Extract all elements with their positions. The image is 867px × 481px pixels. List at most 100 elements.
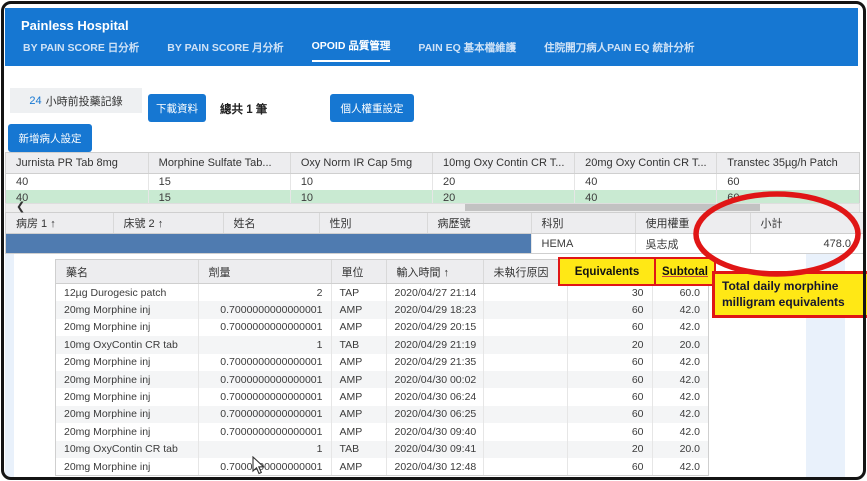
tab-pain-eq-stats[interactable]: 住院開刀病人PAIN EQ 統計分析 <box>544 40 694 62</box>
column-header-dose[interactable]: 劑量 <box>198 260 331 284</box>
cell: 20.0 <box>652 336 708 353</box>
patient-dept-cell: HEMA <box>531 234 635 254</box>
cell <box>483 336 567 353</box>
drug-weights-table: Jurnista PR Tab 8mg Morphine Sulfate Tab… <box>5 152 860 207</box>
cell: AMP <box>331 458 386 475</box>
cell: AMP <box>331 354 386 371</box>
tab-opoid-quality[interactable]: OPOID 品質管理 <box>312 38 391 62</box>
cell: 2020/04/30 00:02 <box>386 371 483 388</box>
medication-row[interactable]: 12µg Durogesic patch2TAP2020/04/27 21:14… <box>56 284 708 302</box>
patient-row[interactable]: HEMA 吳志成 478.0 <box>6 234 863 254</box>
medication-row[interactable]: 20mg Morphine inj0.7000000000000001AMP20… <box>56 406 708 423</box>
column-header[interactable]: Oxy Norm IR Cap 5mg <box>290 153 432 174</box>
column-header[interactable]: Transtec 35µg/h Patch <box>717 153 859 174</box>
cell: AMP <box>331 423 386 440</box>
scroll-left-icon[interactable]: ❮ <box>16 200 25 213</box>
cell: 2020/04/29 18:23 <box>386 301 483 318</box>
column-header-weight-user[interactable]: 使用權重 <box>635 213 750 234</box>
medication-row[interactable]: 10mg OxyContin CR tab1TAB2020/04/30 09:4… <box>56 441 708 458</box>
medication-row[interactable]: 20mg Morphine inj0.7000000000000001AMP20… <box>56 458 708 475</box>
cell <box>483 371 567 388</box>
cell: 60 <box>567 406 652 423</box>
cell: 20 <box>567 441 652 458</box>
column-header-ward[interactable]: 病房 1 ↑ <box>6 213 113 234</box>
cell <box>483 423 567 440</box>
tab-pain-score-daily[interactable]: BY PAIN SCORE 日分析 <box>23 40 139 62</box>
medication-row[interactable]: 20mg Morphine inj0.7000000000000001AMP20… <box>56 371 708 388</box>
cell: 60 <box>567 371 652 388</box>
cell: 40 <box>575 174 717 191</box>
cell: 42.0 <box>652 301 708 318</box>
column-header[interactable]: Jurnista PR Tab 8mg <box>6 153 148 174</box>
hours-filter-field[interactable]: 24 小時前投藥記錄 <box>10 88 142 113</box>
cell: AMP <box>331 319 386 336</box>
drug-weights-header-row: Jurnista PR Tab 8mg Morphine Sulfate Tab… <box>6 153 859 174</box>
cell <box>483 441 567 458</box>
horizontal-scrollbar-thumb[interactable] <box>465 204 760 211</box>
medication-row[interactable]: 20mg Morphine inj0.7000000000000001AMP20… <box>56 319 708 336</box>
cell: 42.0 <box>652 319 708 336</box>
medication-row[interactable]: 20mg Morphine inj0.7000000000000001AMP20… <box>56 423 708 440</box>
cell: 60 <box>567 319 652 336</box>
total-count-label: 總共 1 筆 <box>220 101 267 117</box>
cell: 20mg Morphine inj <box>56 319 198 336</box>
personal-weight-settings-button[interactable]: 個人權重設定 <box>330 94 414 122</box>
app-window: Painless Hospital BY PAIN SCORE 日分析 BY P… <box>0 0 867 481</box>
column-header-bed[interactable]: 床號 2 ↑ <box>113 213 223 234</box>
download-data-button[interactable]: 下載資料 <box>148 94 206 122</box>
column-header-unit[interactable]: 單位 <box>331 260 386 284</box>
cell <box>483 354 567 371</box>
medication-row[interactable]: 20mg Morphine inj0.7000000000000001AMP20… <box>56 388 708 405</box>
column-header-subtotal[interactable]: 小計 <box>750 213 863 234</box>
cell: 20.0 <box>652 441 708 458</box>
cell: 12µg Durogesic patch <box>56 284 198 302</box>
column-header-chart-no[interactable]: 病歷號 <box>427 213 531 234</box>
column-header[interactable]: 20mg Oxy Contin CR T... <box>575 153 717 174</box>
cell: 60 <box>567 354 652 371</box>
cell: 42.0 <box>652 406 708 423</box>
cell: TAP <box>331 284 386 302</box>
tab-pain-eq-master[interactable]: PAIN EQ 基本檔維護 <box>418 40 516 62</box>
hours-value: 24 <box>29 95 41 107</box>
cell: 60 <box>567 301 652 318</box>
add-patient-settings-button[interactable]: 新增病人設定 <box>8 124 92 152</box>
cell: 42.0 <box>652 371 708 388</box>
annotation-line-1: Total daily morphine <box>722 279 867 295</box>
drug-weights-row[interactable]: 401510204060 <box>6 174 859 191</box>
cell: 40 <box>6 174 148 191</box>
medication-row[interactable]: 10mg OxyContin CR tab1TAB2020/04/29 21:1… <box>56 336 708 353</box>
medication-detail-table: 藥名 劑量 單位 輸入時間 ↑ 未執行原因 12µg Durogesic pat… <box>55 259 709 476</box>
cell: 1 <box>198 336 331 353</box>
cell: TAB <box>331 336 386 353</box>
cell: 42.0 <box>652 388 708 405</box>
column-header-sex[interactable]: 性別 <box>319 213 427 234</box>
cell: 0.7000000000000001 <box>198 423 331 440</box>
cell: 20mg Morphine inj <box>56 354 198 371</box>
cell: 1 <box>198 441 331 458</box>
cell: 20mg Morphine inj <box>56 388 198 405</box>
cell: 0.7000000000000001 <box>198 388 331 405</box>
cell: 60 <box>567 458 652 475</box>
column-header-entry-time[interactable]: 輸入時間 ↑ <box>386 260 483 284</box>
cell: 2020/04/27 21:14 <box>386 284 483 302</box>
column-header[interactable]: Morphine Sulfate Tab... <box>148 153 290 174</box>
column-header-not-executed-reason[interactable]: 未執行原因 <box>483 260 567 284</box>
cell: 2020/04/29 21:19 <box>386 336 483 353</box>
annotation-box: Total daily morphine milligram equivalen… <box>712 271 867 318</box>
tab-pain-score-monthly[interactable]: BY PAIN SCORE 月分析 <box>167 40 283 62</box>
column-header-drug[interactable]: 藥名 <box>56 260 198 284</box>
cell: AMP <box>331 388 386 405</box>
equivalents-highlight-label: Equivalents <box>558 257 656 286</box>
medication-row[interactable]: 20mg Morphine inj0.7000000000000001AMP20… <box>56 301 708 318</box>
medication-row[interactable]: 20mg Morphine inj0.7000000000000001AMP20… <box>56 354 708 371</box>
column-header-dept[interactable]: 科別 <box>531 213 635 234</box>
cell <box>483 406 567 423</box>
cell: 20 <box>432 174 574 191</box>
patients-table: 病房 1 ↑ 床號 2 ↑ 姓名 性別 病歷號 科別 使用權重 小計 HEMA … <box>5 212 864 254</box>
selected-row-highlight[interactable] <box>6 234 531 253</box>
cell: 2020/04/29 20:15 <box>386 319 483 336</box>
cell: 0.7000000000000001 <box>198 371 331 388</box>
cell: 20mg Morphine inj <box>56 458 198 475</box>
column-header-name[interactable]: 姓名 <box>223 213 319 234</box>
column-header[interactable]: 10mg Oxy Contin CR T... <box>432 153 574 174</box>
